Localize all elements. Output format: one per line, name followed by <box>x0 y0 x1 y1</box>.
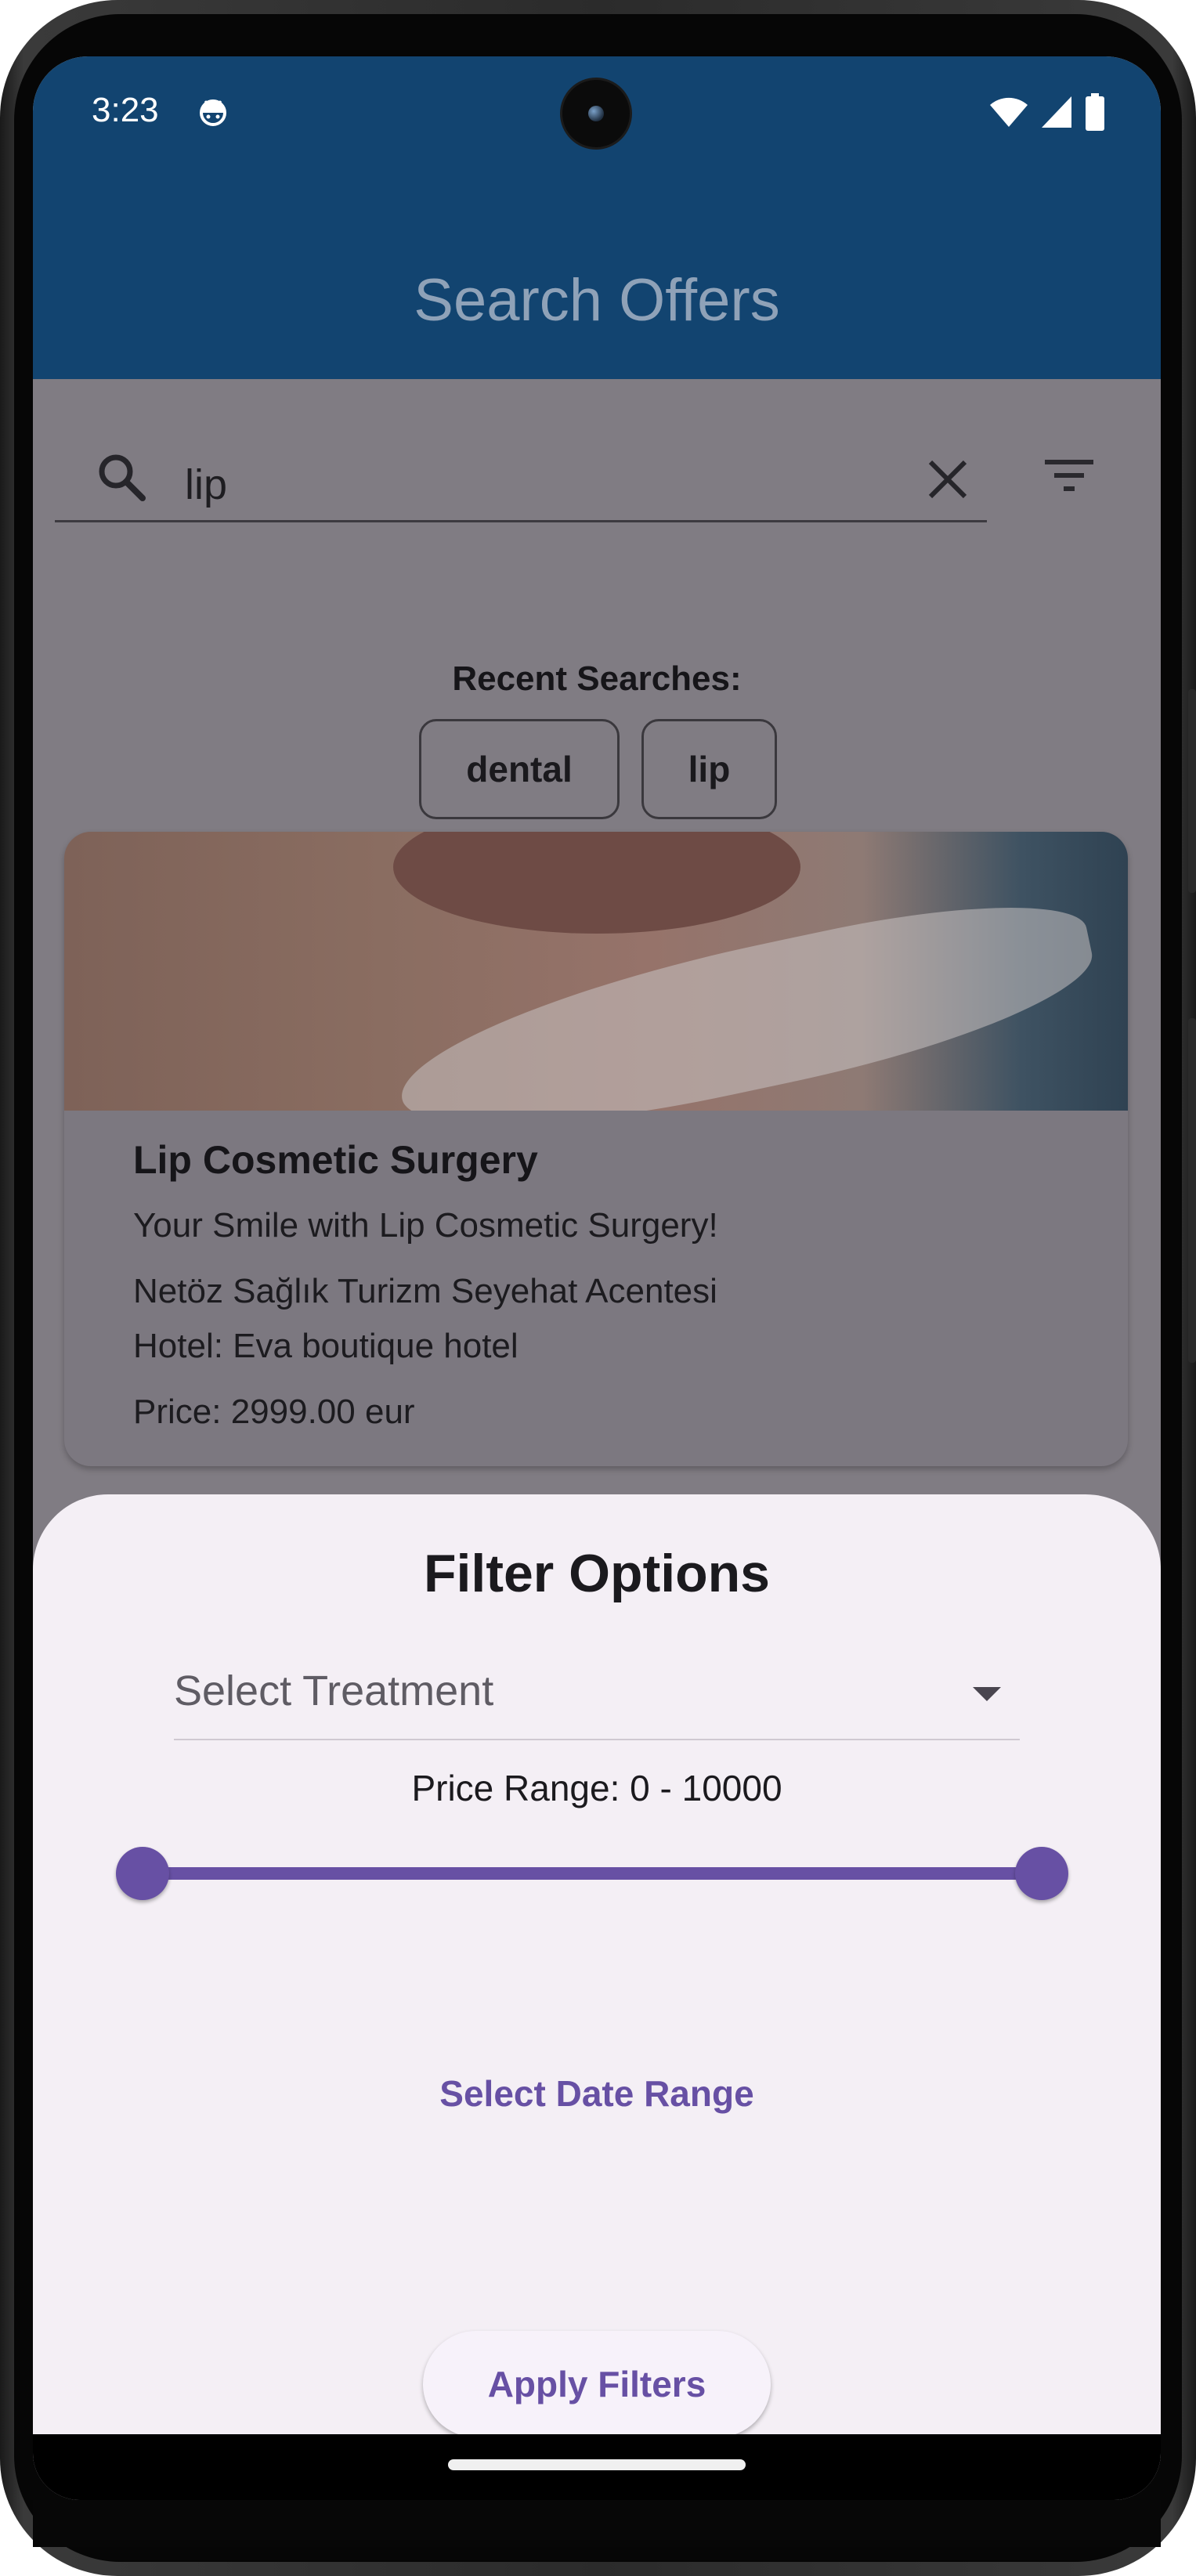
device-chin <box>33 2500 1161 2547</box>
wifi-icon <box>990 97 1028 127</box>
offer-agency: Netöz Sağlık Turizm Seyehat Acentesi <box>133 1272 717 1310</box>
filter-icon[interactable] <box>1043 452 1098 499</box>
offer-card[interactable]: Lip Cosmetic Surgery Your Smile with Lip… <box>64 832 1128 1466</box>
filter-bottom-sheet: Filter Options Select Treatment Price Ra… <box>33 1494 1161 2437</box>
offer-image <box>64 832 1128 1111</box>
battery-icon <box>1086 93 1104 131</box>
slider-thumb-max[interactable] <box>1015 1847 1068 1900</box>
status-bar: 3:23 <box>33 56 1161 174</box>
sheet-title: Filter Options <box>424 1544 770 1603</box>
search-icon <box>99 454 146 501</box>
status-icons <box>988 93 1106 131</box>
screen: 3:23 Search Offers lip Recent Searches: … <box>33 56 1161 2500</box>
power-button <box>1188 1018 1196 1363</box>
navigation-bar <box>33 2434 1161 2500</box>
offer-title: Lip Cosmetic Surgery <box>133 1138 538 1182</box>
slider-thumb-min[interactable] <box>116 1847 169 1900</box>
offer-hotel: Hotel: Eva boutique hotel <box>133 1327 519 1365</box>
offer-subtitle: Your Smile with Lip Cosmetic Surgery! <box>133 1206 718 1245</box>
search-value: lip <box>185 461 228 508</box>
price-range-slider[interactable] <box>135 1867 1050 1880</box>
recent-chip-lip[interactable]: lip <box>641 719 777 819</box>
home-gesture-handle[interactable] <box>448 2459 746 2470</box>
recent-searches-label: Recent Searches: <box>452 659 742 698</box>
android-status-icon <box>200 99 226 126</box>
select-date-range-button[interactable]: Select Date Range <box>33 2072 1161 2115</box>
app-bar: Search Offers <box>33 174 1161 379</box>
search-input[interactable]: lip <box>55 426 987 522</box>
offer-price: Price: 2999.00 eur <box>133 1393 415 1431</box>
slider-active-track <box>135 1867 1050 1880</box>
recent-chip-dental[interactable]: dental <box>419 719 620 819</box>
signal-icon <box>1042 96 1071 128</box>
close-icon[interactable] <box>924 456 971 503</box>
treatment-dropdown-label: Select Treatment <box>174 1667 494 1714</box>
price-range-label: Price Range: 0 - 10000 <box>411 1768 782 1808</box>
volume-button <box>1188 689 1196 893</box>
status-time: 3:23 <box>92 91 159 129</box>
treatment-dropdown[interactable]: Select Treatment <box>174 1651 1020 1740</box>
front-camera <box>562 80 630 147</box>
apply-filters-button[interactable]: Apply Filters <box>423 2331 771 2437</box>
dropdown-arrow-icon <box>973 1687 1001 1701</box>
page-title: Search Offers <box>414 267 780 334</box>
